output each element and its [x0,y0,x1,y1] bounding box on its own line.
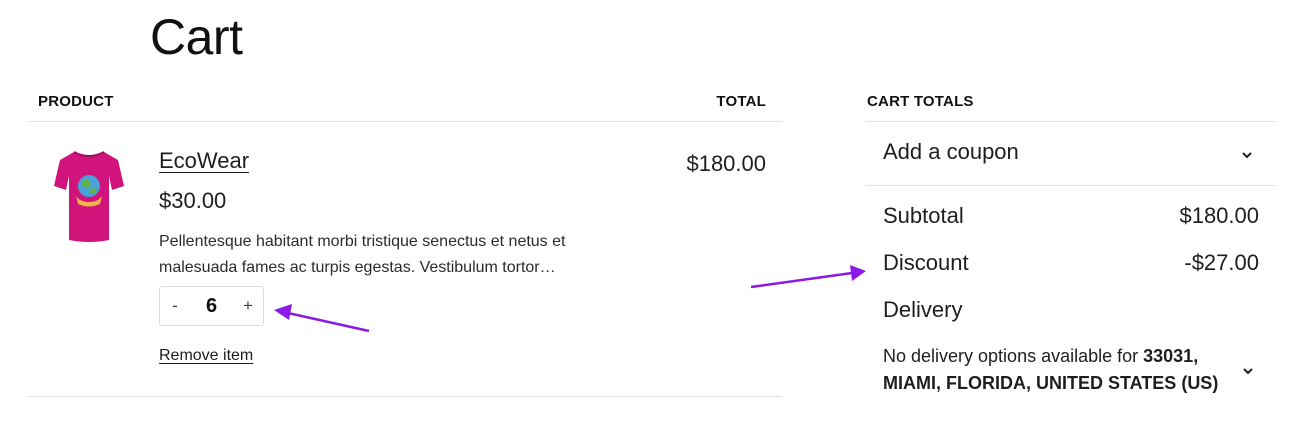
quantity-annotation-arrow [274,304,370,333]
discount-annotation-arrow [750,265,866,289]
annotation-arrows [274,265,866,333]
